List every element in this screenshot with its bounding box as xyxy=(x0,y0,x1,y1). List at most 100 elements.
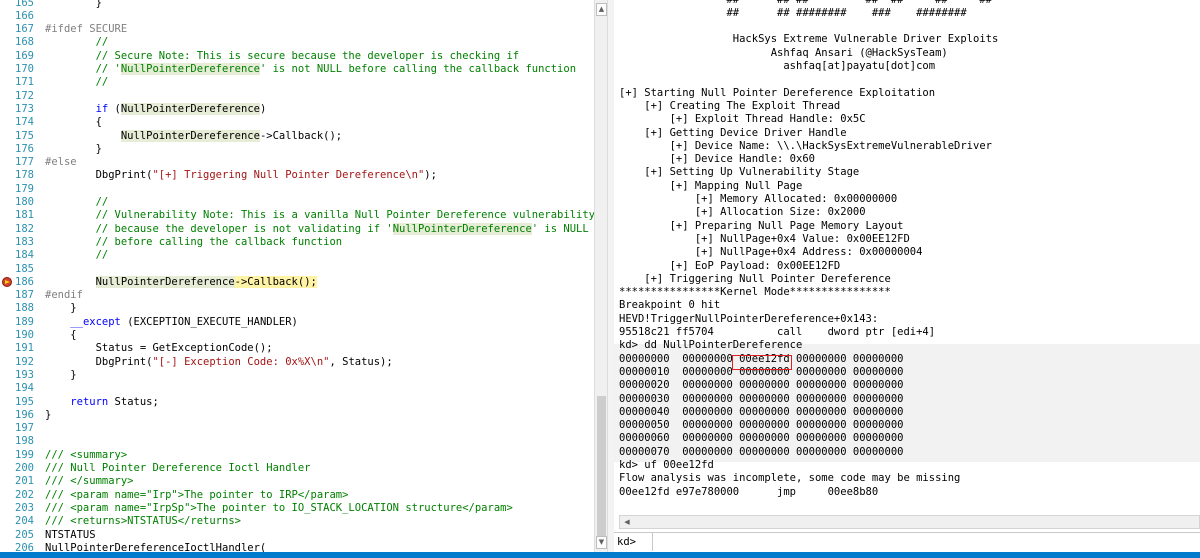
code-token: ' is not NULL before calling the callbac… xyxy=(259,63,577,75)
code-token: // ' xyxy=(45,63,121,75)
code-line[interactable]: 198 xyxy=(0,435,594,448)
code-line[interactable]: 170 // 'NullPointerDereference' is not N… xyxy=(0,63,594,76)
code-token: Status = GetExceptionCode(); xyxy=(45,342,273,355)
output-line: [+] NullPage+0x4 Address: 0x00000004 xyxy=(619,246,923,259)
editor-vertical-scrollbar[interactable]: ▲ ▼ xyxy=(594,0,608,552)
code-token: ' is NULL xyxy=(531,222,589,235)
line-number: 190 xyxy=(15,329,34,341)
code-token: "[-] Exception Code: 0x%X\n" xyxy=(152,355,330,368)
line-number: 187 xyxy=(15,289,34,302)
code-token: // Secure Note: This is secure because t… xyxy=(45,49,520,62)
code-line[interactable]: 206 NullPointerDereferenceIoctlHandler( xyxy=(0,542,594,552)
code-line[interactable]: 188 } xyxy=(0,302,594,315)
code-token: #else xyxy=(45,156,77,169)
code-line[interactable]: 173 if (NullPointerDereference) xyxy=(0,102,594,116)
code-line[interactable]: 168 // xyxy=(0,36,594,49)
code-line[interactable]: 189 __except (EXCEPTION_EXECUTE_HANDLER) xyxy=(0,316,594,329)
code-line[interactable]: 172 xyxy=(0,90,594,103)
line-number: 172 xyxy=(15,89,34,102)
code-line[interactable]: 175 NullPointerDereference->Callback(); xyxy=(0,129,594,143)
code-line[interactable]: 204 /// <returns>NTSTATUS</returns> xyxy=(0,515,594,528)
code-token: // xyxy=(45,36,109,49)
scroll-down-icon[interactable]: ▼ xyxy=(596,536,607,549)
code-token: NullPointerDereference xyxy=(120,129,260,142)
output-line: ****************Kernel Mode*************… xyxy=(619,286,891,299)
code-line[interactable]: 202 /// <param name="Irp">The pointer to … xyxy=(0,489,594,502)
code-line[interactable]: 176 } xyxy=(0,143,594,156)
code-token: ->Callback(); xyxy=(259,129,343,142)
code-line[interactable]: 205 NTSTATUS xyxy=(0,529,594,542)
code-token: NullPointerDereference xyxy=(120,102,260,115)
line-number: 199 xyxy=(15,448,34,461)
code-line[interactable]: 185 xyxy=(0,263,594,276)
line-number: 175 xyxy=(15,129,34,142)
code-line[interactable]: 169 // Secure Note: This is secure becau… xyxy=(0,50,594,63)
code-line[interactable]: 184 // xyxy=(0,249,594,262)
scroll-thumb[interactable] xyxy=(597,396,606,536)
code-token: /// <param name="Irp">The pointer to IRP… xyxy=(45,488,349,501)
code-line[interactable]: 201 /// </summary> xyxy=(0,475,594,488)
code-line[interactable]: 167 #ifdef SECURE xyxy=(0,23,594,36)
output-line: 00000060 00000000 00000000 00000000 0000… xyxy=(619,432,904,445)
code-token: if xyxy=(95,102,109,115)
code-line[interactable]: 180 // xyxy=(0,196,594,209)
scroll-left-icon[interactable]: ◀ xyxy=(622,517,632,527)
output-line: ## ## ######## ### ######## xyxy=(619,6,967,19)
output-line: 00ee12fd e97e780000 jmp 00ee8b80 xyxy=(619,485,879,498)
command-input[interactable] xyxy=(656,534,1196,549)
code-token: // xyxy=(45,76,109,89)
line-number: 203 xyxy=(15,501,34,514)
output-line: [+] Device Name: \\.\HackSysExtremeVulne… xyxy=(619,139,992,152)
code-line[interactable]: 187 #endif xyxy=(0,289,594,302)
output-line: ashfaq[at]payatu[dot]com xyxy=(619,60,936,72)
code-token: ( xyxy=(108,102,121,115)
output-line: 95518c21 ff5704 call dword ptr [edi+4] xyxy=(619,326,936,338)
code-line[interactable]: 178 DbgPrint("[+] Triggering Null Pointe… xyxy=(0,169,594,182)
code-token: #ifdef SECURE xyxy=(45,23,128,36)
code-line[interactable]: 193 } xyxy=(0,369,594,382)
code-line[interactable]: 199 /// <summary> xyxy=(0,449,594,462)
code-line[interactable]: 190 { xyxy=(0,329,594,342)
output-line: [+] Device Handle: 0x60 xyxy=(619,153,815,166)
code-token: ) xyxy=(259,102,267,115)
code-line[interactable]: 165 } xyxy=(0,0,594,10)
code-token: /// <param name="IrpSp">The pointer to I… xyxy=(45,501,513,514)
line-number: 193 xyxy=(15,368,34,381)
code-line[interactable]: 174 { xyxy=(0,116,594,129)
line-number: 198 xyxy=(15,435,34,448)
code-line[interactable]: 186 NullPointerDereference->Callback(); xyxy=(0,275,594,289)
code-line[interactable]: 183 // before calling the callback funct… xyxy=(0,236,594,249)
code-line[interactable]: 171 // xyxy=(0,76,594,89)
code-token: NullPointerDereference xyxy=(95,275,235,288)
output-line: [+] Starting Null Pointer Dereference Ex… xyxy=(619,86,936,99)
line-number: 179 xyxy=(15,182,34,195)
line-number: 185 xyxy=(15,262,34,275)
code-token: /// </summary> xyxy=(45,475,134,488)
code-line[interactable]: 192 DbgPrint("[-] Exception Code: 0x%X\n… xyxy=(0,356,594,369)
code-line[interactable]: 195 return Status; xyxy=(0,396,594,409)
code-line[interactable]: 203 /// <param name="IrpSp">The pointer t… xyxy=(0,502,594,515)
command-input-bar: kd> xyxy=(614,532,1200,551)
code-line[interactable]: 182 // because the developer is not vali… xyxy=(0,222,594,236)
code-line[interactable]: 196} xyxy=(0,409,594,422)
scroll-up-icon[interactable]: ▲ xyxy=(596,3,607,16)
code-line[interactable]: 191 Status = GetExceptionCode(); xyxy=(0,342,594,355)
code-token: #endif xyxy=(45,289,83,302)
output-line: 00000070 00000000 00000000 00000000 0000… xyxy=(619,445,904,458)
line-number: 183 xyxy=(15,235,34,248)
output-horizontal-scrollbar[interactable]: ◀ xyxy=(619,515,1200,529)
code-line[interactable]: 197 xyxy=(0,422,594,435)
code-token: (EXCEPTION_EXECUTE_HANDLER) xyxy=(120,315,298,328)
code-line[interactable]: 194 xyxy=(0,382,594,395)
code-line[interactable]: 181 // Vulnerability Note: This is a van… xyxy=(0,209,594,222)
code-line[interactable]: 166 xyxy=(0,10,594,23)
line-number: 184 xyxy=(15,249,34,262)
output-line: [+] NullPage+0x4 Value: 0x00EE12FD xyxy=(619,232,910,245)
code-line[interactable]: 177 #else xyxy=(0,156,594,169)
prompt-separator xyxy=(652,533,653,551)
code-line[interactable]: 179 xyxy=(0,183,594,196)
code-token: ); xyxy=(424,169,437,182)
source-editor[interactable]: 165 } 166 167 #ifdef SECURE 168 //169 // Sec… xyxy=(0,0,594,552)
code-line[interactable]: 200 /// Null Pointer Dereference Ioctl Ha… xyxy=(0,462,594,475)
